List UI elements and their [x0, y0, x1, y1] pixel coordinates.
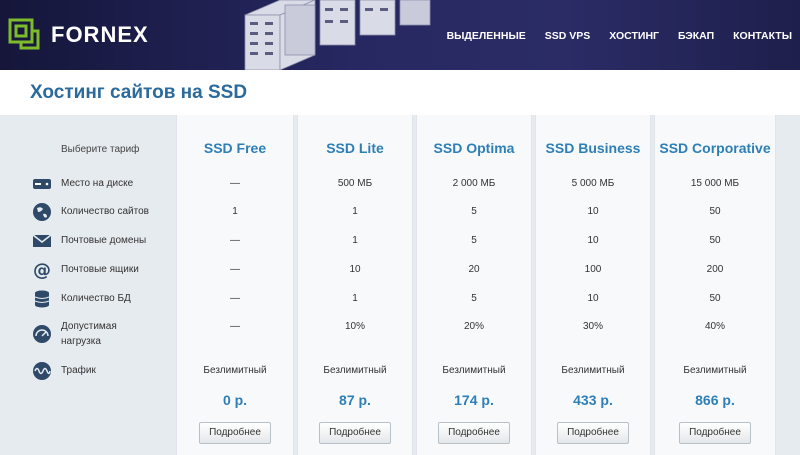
nav-ssd-vps[interactable]: SSD VPS	[545, 30, 591, 42]
plan-column-ssd-optima: SSD Optima 2 000 МБ 5 5 20 5 20% Безлими…	[416, 115, 532, 455]
plan-value: 40%	[704, 321, 725, 332]
plan-value: 10%	[344, 321, 365, 332]
plan-value: —	[230, 178, 240, 189]
title-bar: Хостинг сайтов на SSD	[0, 70, 800, 115]
plan-value: 1	[232, 206, 238, 217]
database-icon	[34, 290, 50, 308]
plan-column-ssd-free: SSD Free — 1 — — — — Безлимитный 0 р. По…	[176, 115, 294, 455]
nav-backup[interactable]: БЭКАП	[678, 30, 714, 42]
svg-text:@: @	[33, 260, 51, 280]
plan-value: 5	[471, 293, 477, 304]
plan-name: SSD Business	[545, 140, 641, 156]
plan-value: —	[230, 264, 240, 275]
plan-price: 866 р.	[695, 392, 735, 408]
plan-value: 500 МБ	[337, 178, 373, 189]
nav-dedicated[interactable]: ВЫДЕЛЕННЫЕ	[447, 30, 526, 42]
plan-name: SSD Free	[203, 140, 267, 156]
details-button[interactable]: Подробнее	[679, 422, 751, 444]
feature-label-load-line2: нагрузка	[61, 336, 101, 347]
plan-value: Безлимитный	[561, 365, 625, 376]
details-button[interactable]: Подробнее	[319, 422, 391, 444]
plan-value: 20	[468, 264, 480, 275]
plan-value: 100	[584, 264, 602, 275]
feature-label-sites: Количество сайтов	[61, 206, 149, 217]
disk-icon	[33, 179, 51, 189]
wave-icon	[33, 362, 51, 380]
plan-value: 5 000 МБ	[571, 178, 615, 189]
plan-value: 10	[349, 264, 361, 275]
plan-name: SSD Corporative	[659, 140, 771, 156]
feature-label-load-line1: Допустимая	[61, 321, 117, 332]
feature-label-traffic: Трафик	[61, 365, 96, 376]
plan-value: 50	[709, 293, 721, 304]
plan-value: Безлимитный	[683, 365, 747, 376]
plan-value: Безлимитный	[442, 365, 506, 376]
plan-value: 10	[587, 206, 599, 217]
details-button[interactable]: Подробнее	[199, 422, 271, 444]
plan-column-ssd-corporative: SSD Corporative 15 000 МБ 50 50 200 50 4…	[654, 115, 776, 455]
feature-label-mail-domains: Почтовые домены	[61, 235, 147, 246]
gauge-icon	[33, 325, 51, 343]
plan-value: 10	[587, 293, 599, 304]
choose-plan-label: Выберите тариф	[61, 144, 140, 155]
globe-icon	[33, 203, 51, 221]
plan-value: 5	[471, 206, 477, 217]
plan-value: —	[230, 321, 240, 332]
plan-value: 200	[706, 264, 724, 275]
envelope-icon	[32, 234, 52, 247]
plan-value: 1	[352, 293, 358, 304]
plan-value: 5	[471, 235, 477, 246]
fornex-logo-icon[interactable]	[8, 18, 40, 50]
feature-label-mailboxes: Почтовые ящики	[61, 264, 139, 275]
plan-price: 433 р.	[573, 392, 613, 408]
nav-contacts[interactable]: КОНТАКТЫ	[733, 30, 792, 42]
plan-price: 174 р.	[454, 392, 494, 408]
plan-value: —	[230, 235, 240, 246]
plan-value: 2 000 МБ	[452, 178, 496, 189]
details-button[interactable]: Подробнее	[557, 422, 629, 444]
feature-label-disk: Место на диске	[61, 178, 134, 189]
plan-value: —	[230, 293, 240, 304]
plan-column-ssd-business: SSD Business 5 000 МБ 10 10 100 10 30% Б…	[535, 115, 651, 455]
plan-name: SSD Optima	[433, 140, 515, 156]
plan-value: 1	[352, 206, 358, 217]
plan-value: 20%	[463, 321, 484, 332]
plan-price: 87 р.	[339, 392, 371, 408]
plan-name: SSD Lite	[326, 140, 384, 156]
plan-value: 10	[587, 235, 599, 246]
plan-value: Безлимитный	[203, 365, 267, 376]
details-button[interactable]: Подробнее	[438, 422, 510, 444]
plan-value: 50	[709, 206, 721, 217]
main-nav: ВЫДЕЛЕННЫЕ SSD VPS ХОСТИНГ БЭКАП КОНТАКТ…	[428, 30, 792, 42]
plan-value: 1	[352, 235, 358, 246]
plan-value: 50	[709, 235, 721, 246]
page-title: Хостинг сайтов на SSD	[30, 82, 248, 103]
feature-label-load: Допустимая нагрузка	[61, 319, 117, 349]
feature-label-databases: Количество БД	[61, 293, 131, 304]
nav-hosting[interactable]: ХОСТИНГ	[609, 30, 659, 42]
plan-column-ssd-lite: SSD Lite 500 МБ 1 1 10 1 10% Безлимитный…	[297, 115, 413, 455]
at-icon: @	[33, 260, 51, 280]
brand-name[interactable]: FORNEX	[51, 22, 149, 48]
plan-value: Безлимитный	[323, 365, 387, 376]
plan-value: 30%	[582, 321, 603, 332]
plan-price: 0 р.	[222, 392, 248, 408]
plan-value: 15 000 МБ	[690, 178, 740, 189]
pricing-table: Выберите тариф Место на диске Количество…	[0, 115, 800, 455]
site-header: FORNEX ВЫДЕЛЕННЫЕ SSD VPS ХОСТИНГ БЭКАП …	[0, 0, 800, 70]
